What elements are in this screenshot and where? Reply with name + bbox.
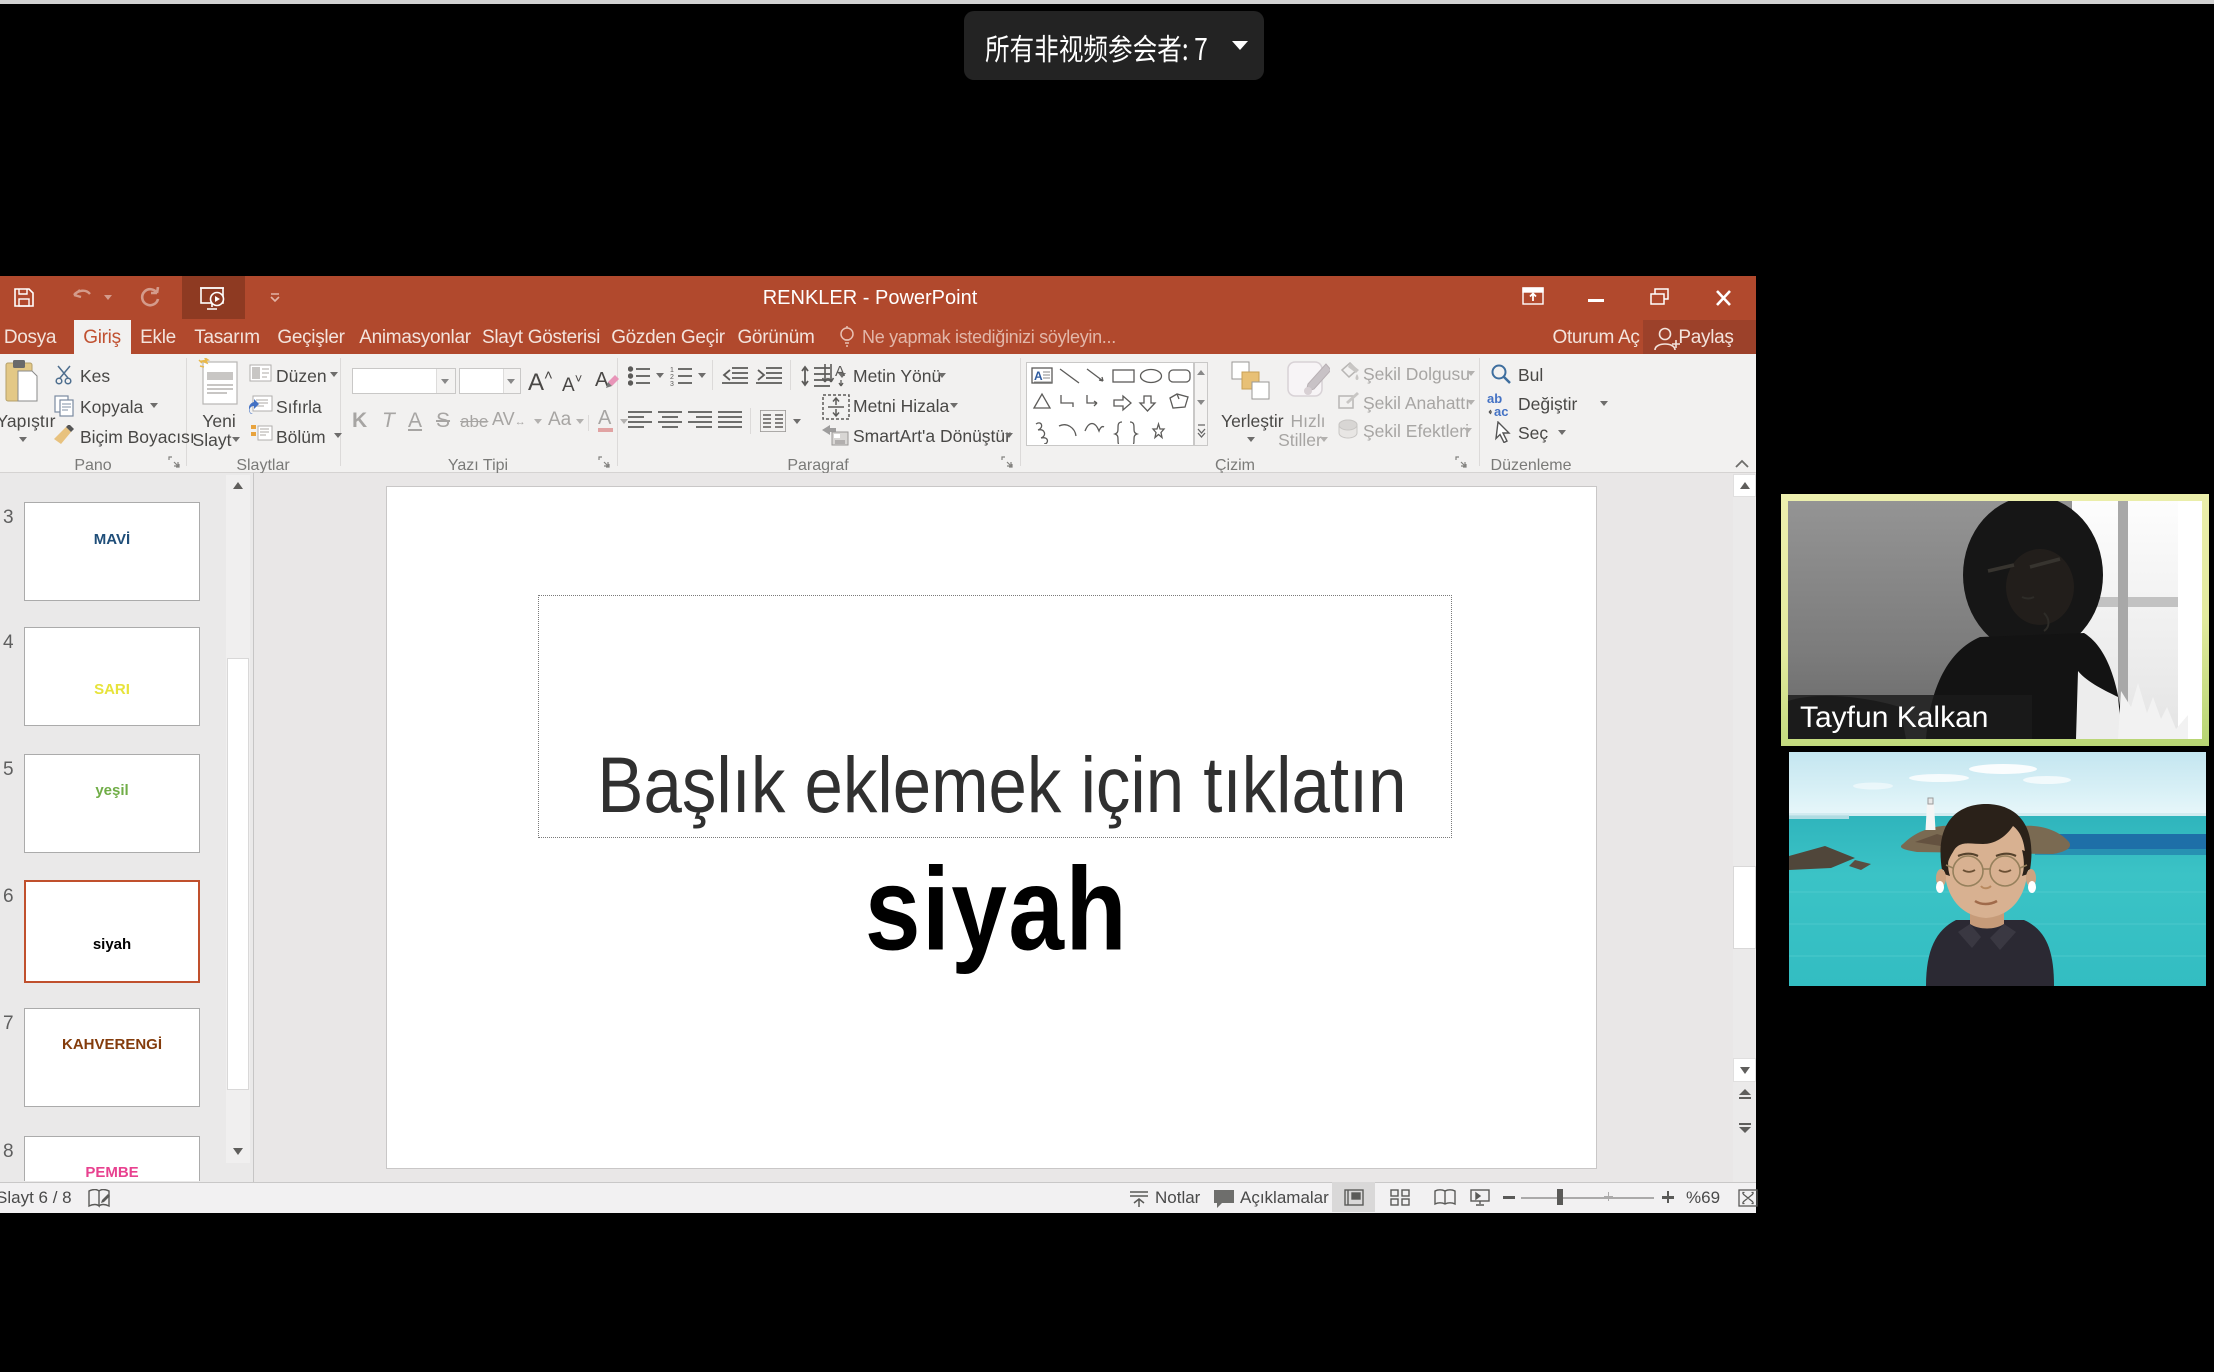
svg-text:2: 2 <box>670 374 674 381</box>
svg-text:A: A <box>1034 369 1043 383</box>
svg-text:3: 3 <box>670 381 674 386</box>
svg-text:A: A <box>835 363 845 380</box>
svg-text:Tayfun Kalkan: Tayfun Kalkan <box>1800 701 1988 734</box>
svg-text:ac: ac <box>1494 404 1508 418</box>
svg-text:1: 1 <box>670 367 674 374</box>
svg-text:A: A <box>595 369 609 391</box>
